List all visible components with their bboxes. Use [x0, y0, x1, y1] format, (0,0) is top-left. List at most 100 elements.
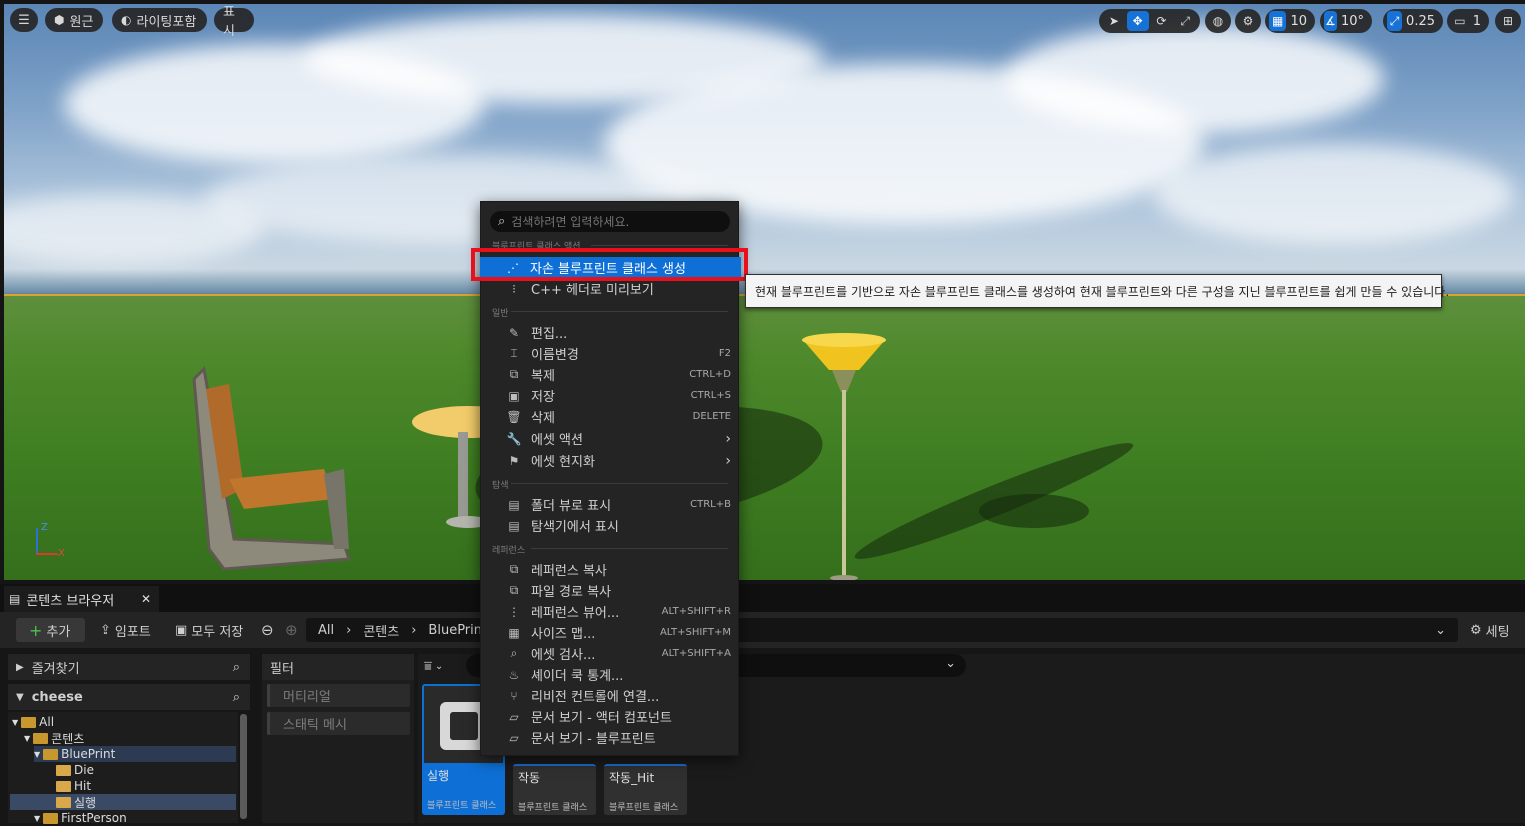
- tree-item-die[interactable]: Die: [56, 762, 94, 778]
- breadcrumb-content[interactable]: 콘텐츠: [363, 621, 399, 640]
- menu-item-asset-audit[interactable]: ⌕ 에셋 검사... ALT+SHIFT+A: [481, 643, 740, 664]
- asset-tile-action[interactable]: 작동 블루프린트 클래스: [513, 764, 596, 815]
- context-search-input[interactable]: [511, 214, 712, 229]
- lighting-mode-button[interactable]: ◐ 라이팅포함: [112, 8, 207, 32]
- context-search-box[interactable]: ⌕: [490, 211, 730, 232]
- show-button[interactable]: 표시: [214, 5, 254, 39]
- menu-item-reference-viewer[interactable]: ⋮ 레퍼런스 뷰어... ALT+SHIFT+R: [481, 601, 740, 622]
- viewport-menu-button[interactable]: ☰: [10, 8, 38, 32]
- scale-snap-control[interactable]: ⤢ 0.25: [1383, 9, 1443, 33]
- camera-speed-control[interactable]: ▭ 1: [1447, 9, 1489, 33]
- asset-tile-action-hit[interactable]: 작동_Hit 블루프린트 클래스: [604, 764, 687, 815]
- section-general: 일반: [492, 309, 509, 319]
- tree-item-blueprint[interactable]: ▼ BluePrint: [34, 746, 236, 762]
- menu-item-label: 파일 경로 복사: [531, 585, 612, 600]
- chevron-down-icon: ▼: [34, 813, 41, 823]
- section-explore: 탐색: [492, 481, 509, 491]
- move-tool-icon[interactable]: ✥: [1126, 11, 1149, 31]
- menu-item-shader-cook-stats[interactable]: ♨ 셰이더 쿡 통계...: [481, 664, 740, 685]
- perspective-button[interactable]: ⬢ 원근: [45, 8, 103, 32]
- menu-item-show-in-explorer[interactable]: ▤ 탐색기에서 표시: [481, 515, 740, 536]
- tree-item-all[interactable]: ▼ All: [12, 714, 54, 730]
- chevron-down-icon: ▼: [34, 749, 41, 759]
- menu-item-docs-blueprint[interactable]: ▱ 문서 보기 - 블루프린트: [481, 727, 740, 748]
- folder-icon: [43, 812, 59, 824]
- add-button[interactable]: + 추가: [16, 618, 85, 642]
- rotate-tool-icon[interactable]: ⟳: [1151, 11, 1173, 31]
- filter-dropdown-button[interactable]: ⩸ ⌄: [424, 656, 460, 676]
- tree-label: All: [39, 715, 55, 729]
- folder-icon: [56, 796, 71, 808]
- chair-mesh[interactable]: [174, 359, 364, 580]
- tree-item-firstperson[interactable]: ▼ FirstPerson: [34, 810, 127, 826]
- scale-tool-icon[interactable]: ⤢: [1174, 11, 1196, 31]
- filter-chip-static-mesh[interactable]: 스태틱 메시: [267, 712, 410, 735]
- breadcrumb-all[interactable]: All: [318, 623, 334, 638]
- back-arrow-icon: ⊖: [261, 621, 274, 639]
- menu-item-edit[interactable]: ✎ 편집...: [481, 322, 740, 343]
- globe-icon: ◍: [1212, 14, 1224, 28]
- menu-item-asset-actions[interactable]: 🔧 에셋 액션 ›: [481, 428, 740, 449]
- menu-item-show-in-folder-view[interactable]: ▤ 폴더 뷰로 표시 CTRL+B: [481, 494, 740, 515]
- settings-button[interactable]: ⚙ 세팅: [1470, 618, 1510, 642]
- chevron-down-icon: ▼: [12, 717, 19, 727]
- save-all-button[interactable]: ▣ 모두 저장: [175, 618, 243, 642]
- menu-item-label: 문서 보기 - 액터 컴포넌트: [531, 711, 672, 726]
- tree-label: 콘텐츠: [51, 731, 85, 746]
- chevron-right-icon: ›: [411, 622, 417, 638]
- menu-item-delete[interactable]: 🗑 삭제 DELETE: [481, 406, 740, 427]
- grid-snap-control[interactable]: ▦ 10: [1265, 9, 1315, 33]
- menu-item-size-map[interactable]: ▦ 사이즈 맵... ALT+SHIFT+M: [481, 622, 740, 643]
- camera-speed-value: 1: [1472, 13, 1481, 29]
- select-tool-icon[interactable]: ➤: [1103, 11, 1125, 31]
- asset-type: 블루프린트 클래스: [609, 803, 679, 813]
- world-local-toggle[interactable]: ◍: [1205, 9, 1231, 33]
- menu-item-asset-localization[interactable]: ⚑ 에셋 현지화 ›: [481, 450, 740, 471]
- tree-item-run[interactable]: 실행: [10, 794, 236, 810]
- content-browser-tab-title: 콘텐츠 브라우저: [26, 593, 115, 609]
- menu-item-copy-file-path[interactable]: ⧉ 파일 경로 복사: [481, 580, 740, 601]
- viewport-layout-button[interactable]: ⊞: [1495, 9, 1521, 33]
- document-icon: ▱: [509, 730, 519, 745]
- close-icon[interactable]: ✕: [141, 592, 151, 606]
- axis-gizmo: Z X: [32, 522, 72, 562]
- menu-item-duplicate[interactable]: ⧉ 복제 CTRL+D: [481, 364, 740, 385]
- camera-icon: ▭: [1454, 14, 1466, 28]
- tree-item-content[interactable]: ▼ 콘텐츠: [24, 730, 84, 746]
- import-icon: ⇪: [100, 622, 111, 638]
- menu-item-shortcut: F2: [718, 348, 731, 359]
- rotation-snap-control[interactable]: ∡ 10°: [1320, 9, 1372, 33]
- chevron-right-icon: ›: [725, 452, 731, 469]
- path-breadcrumb: All › 콘텐츠 › BluePrint ⌄: [306, 618, 1458, 642]
- filter-chip-material[interactable]: 머티리얼: [267, 684, 410, 707]
- forward-button[interactable]: ⊕: [285, 618, 298, 642]
- menu-item-copy-reference[interactable]: ⧉ 레퍼런스 복사: [481, 559, 740, 580]
- import-button[interactable]: ⇪ 임포트: [100, 618, 151, 642]
- menu-item-docs-actor-component[interactable]: ▱ 문서 보기 - 액터 컴포넌트: [481, 706, 740, 727]
- tree-item-hit[interactable]: Hit: [56, 778, 91, 794]
- content-browser-tabbar: ▤ 콘텐츠 브라우저 ✕: [0, 584, 1525, 612]
- menu-item-rename[interactable]: ⌶ 이름변경 F2: [481, 343, 740, 364]
- asset-context-menu: ⌕ 블루프린트 클래스 액션 ⋰ 자손 블루프린트 클래스 생성 ⁝ C++ 헤…: [480, 201, 741, 756]
- explorer-icon: ▤: [508, 518, 520, 533]
- chevron-down-icon[interactable]: ⌄: [1435, 623, 1446, 638]
- surface-snap-toggle[interactable]: ⚙: [1235, 9, 1261, 33]
- search-icon[interactable]: ⌕: [233, 690, 240, 705]
- gear-icon: ⚙: [1470, 622, 1482, 638]
- breadcrumb-blueprint[interactable]: BluePrint: [428, 623, 487, 638]
- project-header[interactable]: ▼ cheese ⌕: [8, 684, 250, 710]
- content-browser-icon: ▤: [9, 592, 21, 606]
- search-icon[interactable]: ⌕: [233, 660, 240, 675]
- menu-item-connect-revision-control[interactable]: ⑂ 리비전 컨트롤에 연결...: [481, 685, 740, 706]
- content-browser-tab[interactable]: ▤ 콘텐츠 브라우저 ✕: [4, 586, 159, 612]
- transform-tools: ➤ ✥ ⟳ ⤢: [1099, 9, 1200, 33]
- tree-scrollbar[interactable]: [240, 714, 247, 819]
- tree-label: Die: [74, 763, 94, 777]
- favorites-header[interactable]: ▶ 즐겨찾기 ⌕: [8, 654, 250, 680]
- chevron-down-icon: ▼: [16, 691, 24, 703]
- back-button[interactable]: ⊖: [261, 618, 274, 642]
- menu-item-save[interactable]: ▣ 저장 CTRL+S: [481, 385, 740, 406]
- menu-item-cpp-header-preview[interactable]: ⁝ C++ 헤더로 미리보기: [481, 278, 740, 299]
- lamp-mesh[interactable]: [799, 330, 894, 580]
- folder-icon: [43, 748, 59, 760]
